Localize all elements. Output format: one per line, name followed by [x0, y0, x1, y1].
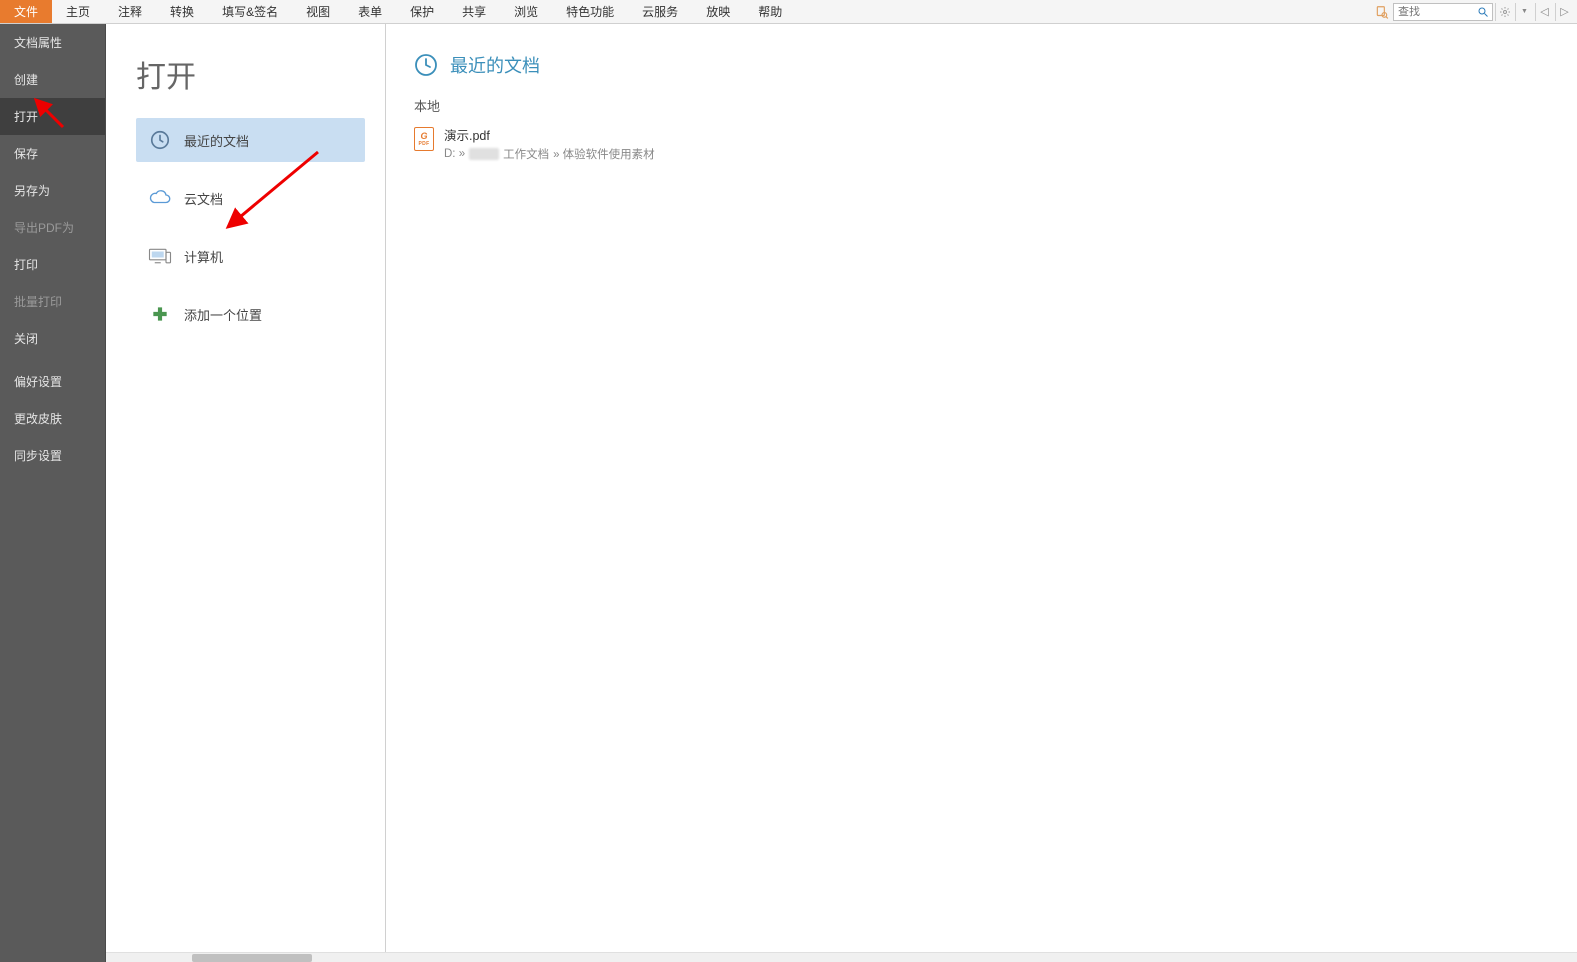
sidebar-item-label: 创建: [14, 73, 38, 87]
menu-label: 浏览: [514, 3, 538, 20]
menu-label: 帮助: [758, 3, 782, 20]
sidebar-item-batchprint[interactable]: 批量打印: [0, 283, 105, 320]
computer-icon: [148, 244, 172, 268]
sidebar-item-label: 打开: [14, 110, 38, 124]
open-title: 打开: [136, 52, 365, 96]
clock-icon: [414, 53, 438, 77]
plus-icon: [148, 302, 172, 326]
sidebar-item-label: 保存: [14, 147, 38, 161]
sidebar-item-label: 文档属性: [14, 36, 62, 50]
sidebar-item-open[interactable]: 打开: [0, 98, 105, 135]
menu-convert[interactable]: 转换: [156, 0, 208, 23]
menu-home[interactable]: 主页: [52, 0, 104, 23]
ribbon-search-doc-icon[interactable]: [1373, 3, 1391, 21]
sidebar-item-label: 关闭: [14, 332, 38, 346]
menu-label: 填写&签名: [222, 3, 278, 20]
sidebar-item-label: 批量打印: [14, 295, 62, 309]
group-local-label: 本地: [414, 96, 1541, 115]
sidebar-item-save[interactable]: 保存: [0, 135, 105, 172]
main-layout: 文档属性 创建 打开 保存 另存为 导出PDF为 打印 批量打印 关闭 偏好设置…: [0, 24, 1577, 962]
nav-forward-icon[interactable]: ▷: [1555, 3, 1573, 21]
menu-file[interactable]: 文件: [0, 0, 52, 23]
menu-right-tools: ▼ ◁ ▷: [1373, 0, 1577, 23]
source-label: 云文档: [184, 189, 223, 208]
menu-fillsign[interactable]: 填写&签名: [208, 0, 292, 23]
sidebar-item-docprops[interactable]: 文档属性: [0, 24, 105, 61]
search-icon[interactable]: [1474, 3, 1492, 21]
dropdown-icon[interactable]: ▼: [1515, 3, 1533, 21]
menu-label: 转换: [170, 3, 194, 20]
menu-share[interactable]: 共享: [448, 0, 500, 23]
sidebar-item-label: 另存为: [14, 184, 50, 198]
search-wrap: [1393, 3, 1493, 21]
sidebar-item-label: 打印: [14, 258, 38, 272]
open-sources-panel: 打开 最近的文档 云文档 计算机: [106, 24, 386, 962]
pdf-file-icon: G PDF: [414, 127, 434, 151]
sidebar-item-label: 偏好设置: [14, 375, 62, 389]
file-sidebar: 文档属性 创建 打开 保存 另存为 导出PDF为 打印 批量打印 关闭 偏好设置…: [0, 24, 106, 962]
clock-icon: [148, 128, 172, 152]
doc-path-blurred: [469, 148, 499, 160]
menu-label: 放映: [706, 3, 730, 20]
doc-path-prefix: D: »: [444, 148, 465, 160]
menu-features[interactable]: 特色功能: [552, 0, 628, 23]
doc-path-mid: 工作文档: [503, 146, 549, 162]
menu-browse[interactable]: 浏览: [500, 0, 552, 23]
menu-label: 保护: [410, 3, 434, 20]
sidebar-item-label: 导出PDF为: [14, 221, 74, 235]
menu-label: 注释: [118, 3, 142, 20]
menu-label: 视图: [306, 3, 330, 20]
sidebar-item-label: 同步设置: [14, 449, 62, 463]
sidebar-item-close[interactable]: 关闭: [0, 320, 105, 357]
source-recent[interactable]: 最近的文档: [136, 118, 365, 162]
recent-header: 最近的文档: [414, 52, 1541, 78]
sidebar-item-prefs[interactable]: 偏好设置: [0, 363, 105, 400]
menu-protect[interactable]: 保护: [396, 0, 448, 23]
sidebar-item-saveas[interactable]: 另存为: [0, 172, 105, 209]
sidebar-item-create[interactable]: 创建: [0, 61, 105, 98]
menu-label: 共享: [462, 3, 486, 20]
scrollbar-thumb[interactable]: [192, 954, 312, 962]
search-input[interactable]: [1394, 6, 1474, 18]
cloud-icon: [148, 186, 172, 210]
menu-help[interactable]: 帮助: [744, 0, 796, 23]
source-computer[interactable]: 计算机: [136, 234, 365, 278]
source-label: 最近的文档: [184, 131, 249, 150]
source-label: 添加一个位置: [184, 305, 262, 324]
doc-meta: 演示.pdf D: » 工作文档 » 体验软件使用素材: [444, 125, 655, 162]
menu-cloud[interactable]: 云服务: [628, 0, 692, 23]
menu-label: 云服务: [642, 3, 678, 20]
top-menu-bar: 文件 主页 注释 转换 填写&签名 视图 表单 保护 共享 浏览 特色功能 云服…: [0, 0, 1577, 24]
settings-gear-icon[interactable]: [1495, 3, 1513, 21]
menu-label: 文件: [14, 3, 38, 20]
menu-label: 表单: [358, 3, 382, 20]
sidebar-item-print[interactable]: 打印: [0, 246, 105, 283]
menu-slideshow[interactable]: 放映: [692, 0, 744, 23]
sidebar-item-label: 更改皮肤: [14, 412, 62, 426]
recent-doc-row[interactable]: G PDF 演示.pdf D: » 工作文档 » 体验软件使用素材: [414, 121, 1541, 172]
source-label: 计算机: [184, 247, 223, 266]
sidebar-item-exportpdf[interactable]: 导出PDF为: [0, 209, 105, 246]
sidebar-item-skin[interactable]: 更改皮肤: [0, 400, 105, 437]
source-cloud[interactable]: 云文档: [136, 176, 365, 220]
horizontal-scrollbar[interactable]: [106, 952, 1577, 962]
menu-form[interactable]: 表单: [344, 0, 396, 23]
menu-label: 主页: [66, 3, 90, 20]
sidebar-item-sync[interactable]: 同步设置: [0, 437, 105, 474]
source-add-location[interactable]: 添加一个位置: [136, 292, 365, 336]
menu-view[interactable]: 视图: [292, 0, 344, 23]
menu-label: 特色功能: [566, 3, 614, 20]
menu-comment[interactable]: 注释: [104, 0, 156, 23]
source-list: 最近的文档 云文档 计算机 添加一个位置: [136, 118, 365, 336]
doc-name: 演示.pdf: [444, 125, 655, 144]
doc-path: D: » 工作文档 » 体验软件使用素材: [444, 146, 655, 162]
recent-title: 最近的文档: [450, 52, 540, 78]
recent-content: 最近的文档 本地 G PDF 演示.pdf D: » 工作文档 » 体验软件使用…: [386, 24, 1577, 962]
doc-path-suffix: » 体验软件使用素材: [553, 146, 655, 162]
nav-back-icon[interactable]: ◁: [1535, 3, 1553, 21]
